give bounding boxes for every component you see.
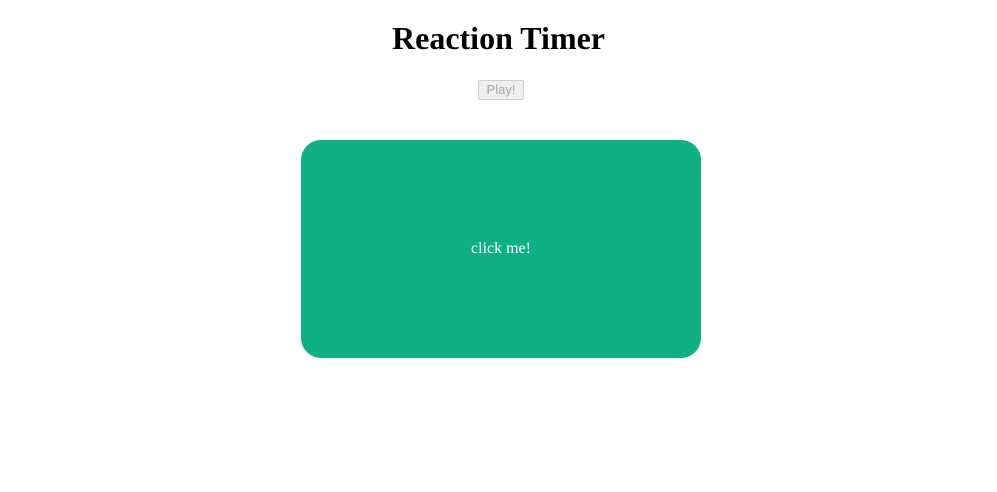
reaction-block[interactable]: click me! [301,140,701,358]
page-title: Reaction Timer [392,20,605,56]
reaction-block-label: click me! [471,240,531,257]
play-button[interactable]: Play! [478,80,524,100]
reaction-timer-page: Reaction Timer Play! click me! [0,0,997,492]
